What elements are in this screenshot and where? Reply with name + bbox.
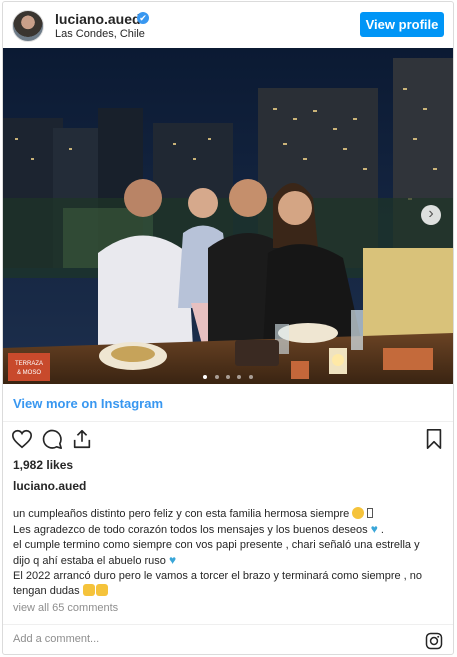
carousel-dot	[248, 375, 253, 379]
comment-input[interactable]	[13, 633, 393, 645]
action-bar	[3, 422, 453, 454]
missing-glyph-icon	[367, 508, 374, 518]
caption-line: el cumple termino como siempre con vos p…	[13, 539, 420, 551]
header-location[interactable]: Las Condes, Chile	[55, 28, 145, 40]
carousel-dot	[226, 375, 230, 379]
comment-bar	[3, 624, 453, 654]
verified-badge-icon: ✔	[137, 12, 149, 24]
thumbs-up-icon	[95, 584, 108, 596]
instagram-embed-card: luciano.aued ✔ Las Condes, Chile View pr…	[2, 1, 454, 655]
caption-text: un cumpleaños distinto pero feliz y con …	[13, 507, 445, 599]
caption-username[interactable]: luciano.aued	[13, 479, 86, 493]
caption-line: dijo q ahí estaba el abuelo ruso ♥	[13, 553, 177, 567]
likes-count[interactable]: 1,982 likes	[13, 458, 73, 472]
header-username[interactable]: luciano.aued	[55, 11, 141, 27]
view-more-link[interactable]: View more on Instagram	[13, 396, 163, 411]
post-header: luciano.aued ✔ Las Condes, Chile View pr…	[3, 2, 453, 48]
carousel-dot	[237, 375, 242, 379]
view-more-bar: View more on Instagram	[3, 384, 453, 422]
blue-heart-icon: ♥	[168, 553, 177, 567]
caption-line: un cumpleaños distinto pero feliz y con …	[13, 507, 445, 522]
blue-heart-icon: ♥	[370, 522, 378, 536]
carousel-dot	[203, 375, 208, 379]
night-rooftop-photo: TERRAZA & MOSO	[3, 48, 453, 384]
share-icon[interactable]	[71, 428, 93, 450]
flexed-biceps-icon	[82, 584, 95, 596]
carousel-next-arrow-icon[interactable]: ›	[421, 205, 441, 225]
post-photo[interactable]: TERRAZA & MOSO ›	[3, 48, 453, 384]
instagram-icon[interactable]	[425, 632, 443, 650]
comment-icon[interactable]	[41, 428, 63, 450]
smile-emoji-icon	[352, 507, 365, 519]
caption-line: tengan dudas	[13, 584, 445, 599]
carousel-dot	[214, 375, 219, 379]
view-profile-button[interactable]: View profile	[360, 12, 444, 37]
avatar[interactable]	[12, 10, 44, 42]
caption-line: El 2022 arrancó duro pero le vamos a tor…	[13, 570, 423, 582]
view-all-comments-link[interactable]: view all 65 comments	[13, 602, 118, 614]
carousel-dots	[3, 366, 453, 384]
bookmark-icon[interactable]	[423, 428, 445, 450]
heart-icon[interactable]	[11, 428, 33, 450]
caption-line: Les agradezco de todo corazón todos los …	[13, 522, 384, 536]
